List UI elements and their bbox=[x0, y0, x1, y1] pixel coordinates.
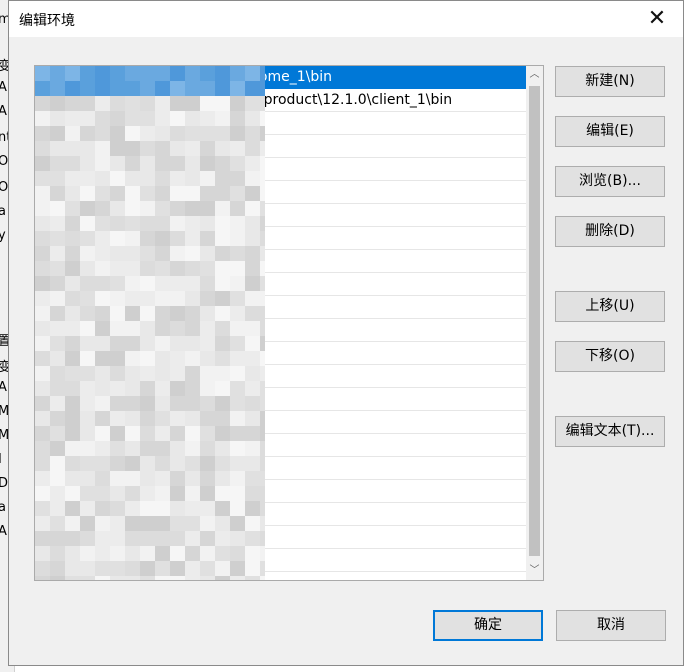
background-text-fragment: y bbox=[0, 228, 6, 243]
edit-text-button[interactable]: 编辑文本(T)... bbox=[555, 416, 665, 447]
delete-button[interactable]: 删除(D) bbox=[555, 216, 665, 247]
edit-button[interactable]: 编辑(E) bbox=[555, 116, 665, 147]
cancel-button[interactable]: 取消 bbox=[556, 610, 666, 641]
ok-button[interactable]: 确定 bbox=[433, 610, 543, 641]
move-up-button[interactable]: 上移(U) bbox=[555, 291, 665, 322]
scroll-up-icon[interactable]: ︿ bbox=[526, 66, 543, 84]
background-text-fragment: a bbox=[0, 500, 6, 515]
scroll-down-icon[interactable]: ﹀ bbox=[526, 562, 543, 580]
scroll-thumb[interactable] bbox=[529, 86, 540, 556]
background-text-fragment: D bbox=[0, 476, 8, 491]
close-icon[interactable]: ✕ bbox=[645, 7, 669, 31]
background-text-fragment: a bbox=[0, 204, 6, 219]
browse-button[interactable]: 浏览(B)... bbox=[555, 166, 665, 197]
title-bar: 编辑环境 ✕ bbox=[9, 1, 683, 37]
dialog-title: 编辑环境 bbox=[19, 13, 75, 29]
background-text-fragment: A bbox=[0, 524, 7, 539]
path-list[interactable]: home_1\bin2\product\12.1.0\client_1\bin5… bbox=[34, 65, 544, 581]
new-button[interactable]: 新建(N) bbox=[555, 66, 665, 97]
background-text-fragment: I bbox=[0, 452, 2, 467]
edit-environment-dialog: 编辑环境 ✕ home_1\bin 2\product\12.1.0\client… bbox=[8, 0, 684, 666]
vertical-scrollbar[interactable]: ︿ ﹀ bbox=[526, 66, 543, 580]
move-down-button[interactable]: 下移(O) bbox=[555, 341, 665, 372]
background-text-fragment: A bbox=[0, 380, 7, 395]
privacy-mask bbox=[35, 66, 265, 580]
